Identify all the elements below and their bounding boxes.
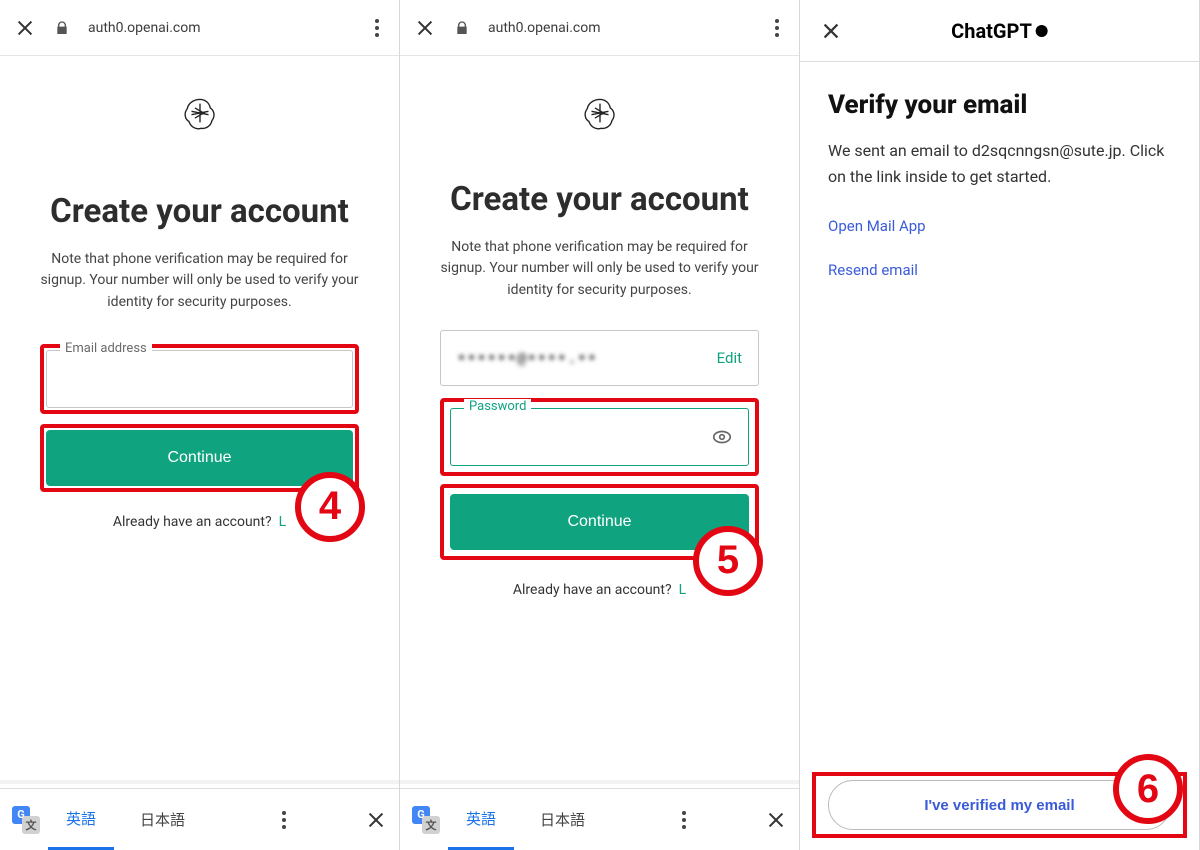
- step-badge-4: 4: [295, 472, 365, 542]
- translate-close-icon[interactable]: [365, 809, 387, 831]
- continue-button[interactable]: Continue: [46, 430, 353, 486]
- panel-2-create-account-password: auth0.openai.com Create your account Not…: [400, 0, 800, 850]
- page-note: Note that phone verification may be requ…: [40, 249, 359, 314]
- login-link[interactable]: L: [679, 582, 687, 598]
- browser-address-bar: auth0.openai.com: [400, 0, 799, 56]
- openai-logo: [400, 96, 799, 130]
- page-title: Create your account: [440, 178, 759, 223]
- lang-tab-japanese[interactable]: 日本語: [122, 791, 203, 848]
- callout-password-highlight: Password: [440, 398, 759, 476]
- callout-email-highlight: Email address: [40, 344, 359, 414]
- brand-dot-icon: [1036, 25, 1048, 37]
- open-mail-app-link[interactable]: Open Mail App: [828, 217, 1171, 235]
- app-header: ChatGPT: [800, 0, 1199, 62]
- divider: [0, 780, 399, 784]
- email-display: ••••••@••••.•• Edit: [440, 330, 759, 386]
- page-note: Note that phone verification may be requ…: [440, 237, 759, 302]
- brand-title: ChatGPT: [951, 19, 1048, 43]
- url-text: auth0.openai.com: [88, 20, 351, 36]
- verify-body-text: We sent an email to d2sqcnngsn@sute.jp. …: [828, 138, 1171, 189]
- close-icon[interactable]: [414, 17, 436, 39]
- edit-email-link[interactable]: Edit: [717, 349, 742, 367]
- translate-bar: G文 英語 日本語: [400, 788, 799, 850]
- password-input[interactable]: [450, 408, 749, 466]
- url-text: auth0.openai.com: [488, 20, 751, 36]
- google-translate-icon: G文: [12, 806, 40, 834]
- email-input[interactable]: [46, 350, 353, 408]
- openai-logo: [0, 96, 399, 130]
- browser-menu-button[interactable]: [769, 13, 785, 43]
- panel-1-create-account-email: auth0.openai.com Create your account Not…: [0, 0, 400, 850]
- password-label: Password: [464, 399, 531, 414]
- translate-close-icon[interactable]: [765, 809, 787, 831]
- lock-icon: [454, 20, 470, 36]
- lang-tab-english[interactable]: 英語: [48, 790, 114, 850]
- browser-menu-button[interactable]: [369, 13, 385, 43]
- page-content: Create your account Note that phone veri…: [400, 130, 799, 598]
- translate-bar: G文 英語 日本語: [0, 788, 399, 850]
- lang-tab-english[interactable]: 英語: [448, 790, 514, 850]
- divider: [400, 780, 799, 784]
- panel-3-verify-email: ChatGPT Verify your email We sent an ema…: [800, 0, 1200, 850]
- close-icon[interactable]: [14, 17, 36, 39]
- login-link[interactable]: L: [279, 514, 287, 530]
- lock-icon: [54, 20, 70, 36]
- page-content: Create your account Note that phone veri…: [0, 130, 399, 530]
- browser-address-bar: auth0.openai.com: [0, 0, 399, 56]
- email-masked-value: ••••••@••••.••: [457, 349, 597, 367]
- show-password-icon[interactable]: [711, 426, 733, 448]
- step-badge-5: 5: [693, 526, 763, 596]
- verify-title: Verify your email: [828, 90, 1171, 120]
- page-title: Create your account: [40, 190, 359, 235]
- page-content: Verify your email We sent an email to d2…: [800, 62, 1199, 279]
- google-translate-icon: G文: [412, 806, 440, 834]
- close-icon[interactable]: [820, 20, 842, 42]
- lang-tab-japanese[interactable]: 日本語: [522, 791, 603, 848]
- resend-email-link[interactable]: Resend email: [828, 261, 1171, 279]
- step-badge-6: 6: [1113, 754, 1183, 824]
- translate-menu-button[interactable]: [676, 805, 692, 835]
- email-label: Email address: [60, 341, 152, 356]
- translate-menu-button[interactable]: [276, 805, 292, 835]
